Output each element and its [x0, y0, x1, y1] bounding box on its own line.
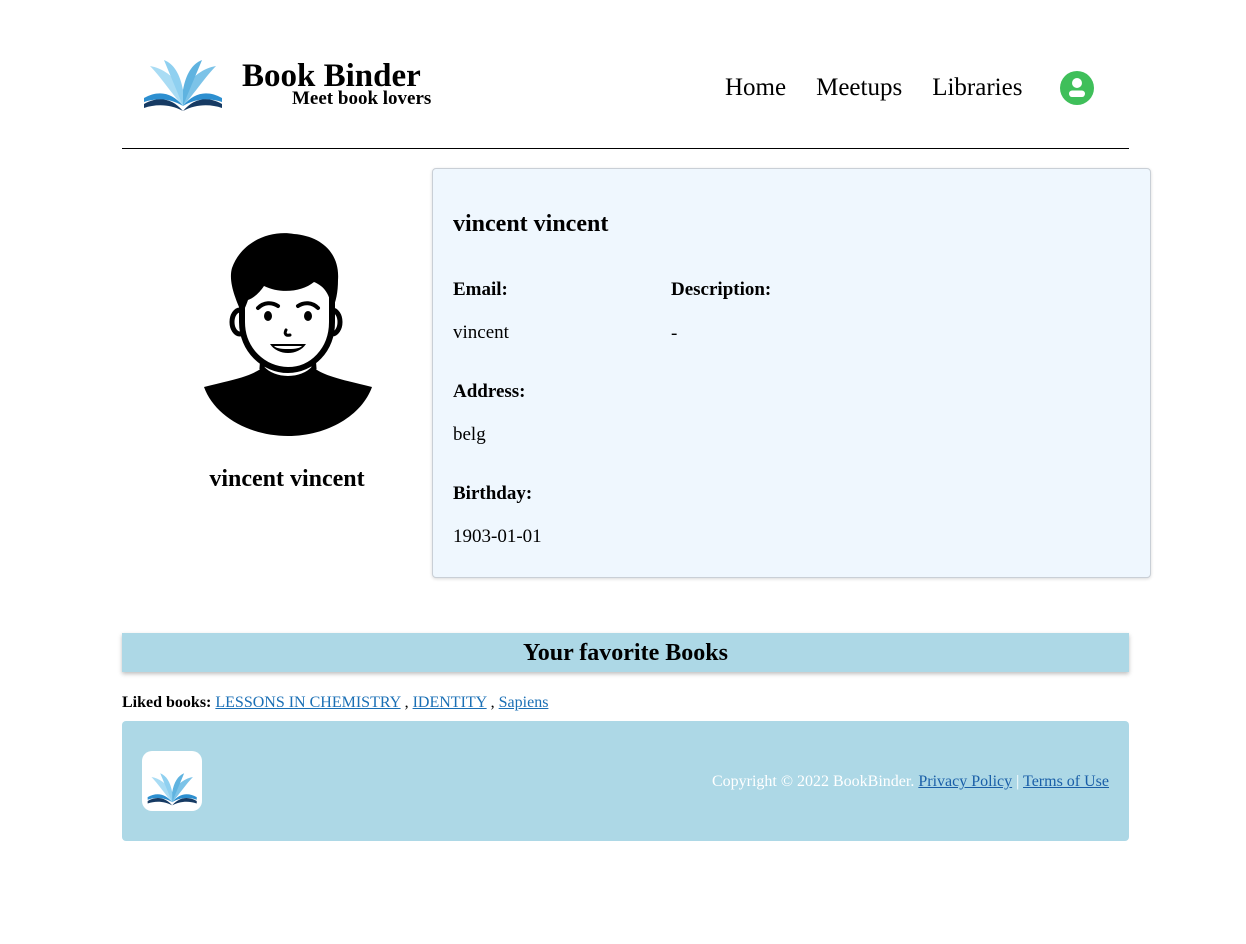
open-book-icon: [147, 773, 197, 806]
user-circle-icon: [1069, 78, 1086, 97]
book-link-identity[interactable]: IDENTITY: [413, 694, 487, 711]
book-link-sapiens[interactable]: Sapiens: [499, 694, 549, 711]
card-name: vincent vincent: [453, 211, 609, 237]
main-nav: Home Meetups Libraries: [725, 70, 1095, 105]
profile-name: vincent vincent: [209, 466, 365, 492]
profile-details-card: vincent vincent Email: vincent Descripti…: [432, 168, 1151, 578]
site-header: Book Binder Meet book lovers Home Meetup…: [122, 40, 1129, 149]
nav-libraries-link[interactable]: Libraries: [932, 74, 1022, 102]
liked-books-label: Liked books:: [122, 694, 212, 711]
birthday-label: Birthday:: [453, 483, 533, 504]
footer-divider: |: [1016, 773, 1020, 790]
footer-logo: [142, 751, 202, 811]
profile-page: Book Binder Meet book lovers Home Meetup…: [0, 0, 1246, 944]
user-account-button[interactable]: [1060, 71, 1095, 105]
nav-home-link[interactable]: Home: [725, 74, 786, 102]
brand-tagline: Meet book lovers: [292, 88, 432, 109]
book-link-lessons-in-chemistry[interactable]: LESSONS IN CHEMISTRY: [215, 694, 400, 711]
person-avatar-icon: [204, 233, 372, 436]
email-label: Email:: [453, 279, 508, 300]
brand[interactable]: Book Binder Meet book lovers: [142, 56, 431, 112]
privacy-policy-link[interactable]: Privacy Policy: [918, 773, 1012, 790]
nav-meetups-link[interactable]: Meetups: [816, 74, 902, 102]
birthday-value: 1903-01-01: [453, 526, 542, 547]
liked-books-list: Liked books: LESSONS IN CHEMISTRY , IDEN…: [122, 694, 548, 712]
copyright-text: Copyright © 2022 BookBinder.: [711, 773, 915, 790]
favorite-books-heading: Your favorite Books: [122, 633, 1129, 672]
email-value: vincent: [453, 322, 509, 343]
book-separator: ,: [490, 694, 495, 711]
footer-text: Copyright © 2022 BookBinder. Privacy Pol…: [712, 773, 1109, 791]
description-label: Description:: [671, 279, 772, 300]
terms-of-use-link[interactable]: Terms of Use: [1023, 773, 1109, 790]
address-value: belg: [453, 424, 486, 445]
description-value: -: [671, 323, 678, 344]
open-book-icon: [144, 60, 222, 111]
site-footer: Copyright © 2022 BookBinder. Privacy Pol…: [122, 721, 1129, 841]
address-label: Address:: [453, 381, 526, 402]
book-separator: ,: [404, 694, 409, 711]
